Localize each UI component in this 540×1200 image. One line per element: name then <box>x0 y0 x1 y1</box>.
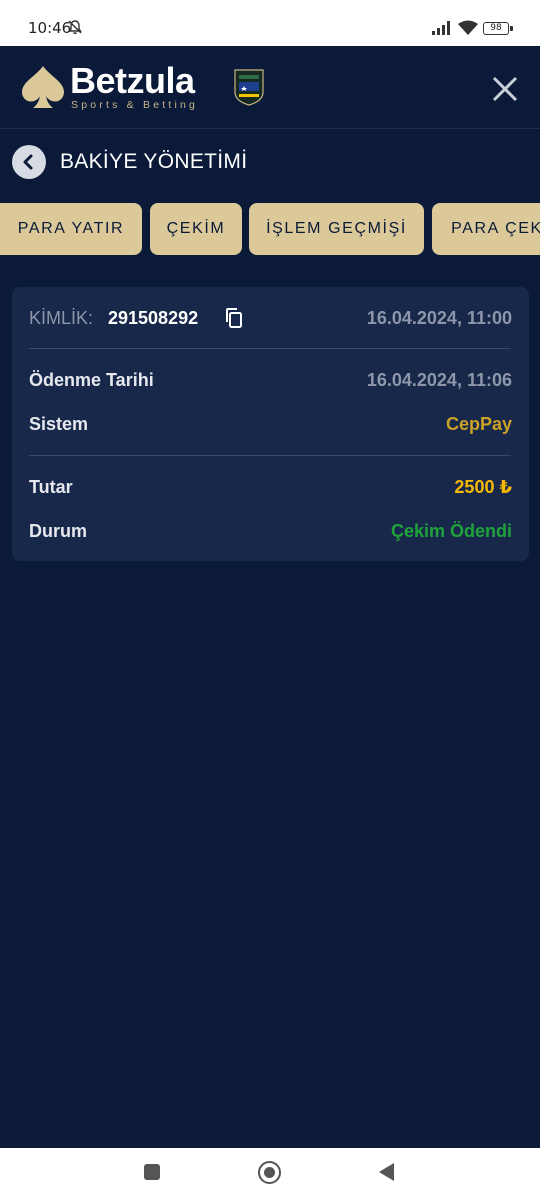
balance-tabs: PARA YATIR ÇEKİM İŞLEM GEÇMİŞİ PARA ÇEK <box>0 203 540 255</box>
transaction-created-date: 16.04.2024, 11:00 <box>366 308 512 328</box>
signal-icon <box>432 21 450 35</box>
tab-islem-gecmisi[interactable]: İŞLEM GEÇMİŞİ <box>249 203 424 255</box>
recent-apps-icon[interactable] <box>144 1164 160 1180</box>
chevron-left-icon <box>23 154 33 170</box>
status-label: Durum <box>29 521 87 541</box>
battery-level: 98 <box>490 23 502 33</box>
payment-date-label: Ödenme Tarihi <box>29 370 154 390</box>
status-value: Çekim Ödendi <box>390 521 512 541</box>
transaction-id-label: KİMLİK: <box>29 308 94 328</box>
system-nav-bar <box>0 1148 540 1200</box>
tab-para-cek[interactable]: PARA ÇEK <box>432 203 540 255</box>
home-icon[interactable] <box>258 1161 281 1184</box>
bell-off-icon <box>68 20 82 35</box>
wifi-icon <box>458 20 478 35</box>
amount-label: Tutar <box>29 477 73 497</box>
brand-tagline: Sports & Betting <box>71 99 199 111</box>
transaction-id-value: 291508292 <box>108 308 199 328</box>
tab-cekim[interactable]: ÇEKİM <box>150 203 242 255</box>
brand-logo-text[interactable]: Betzula <box>70 60 195 102</box>
transaction-card: KİMLİK: 291508292 16.04.2024, 11:00 Öden… <box>12 287 529 561</box>
battery-icon: 98 <box>483 22 513 35</box>
back-button[interactable] <box>12 145 46 179</box>
page-title: BAKİYE YÖNETİMİ <box>60 150 248 173</box>
amount-value: 2500 ₺ <box>454 477 512 497</box>
status-time: 10:46 <box>28 19 72 37</box>
back-icon[interactable] <box>379 1163 394 1181</box>
site-header: Betzula Sports & Betting <box>0 46 540 129</box>
status-bar: 10:46 98 <box>0 0 540 46</box>
spade-icon <box>22 66 64 108</box>
divider <box>29 348 511 349</box>
copy-icon[interactable] <box>224 307 244 329</box>
divider <box>29 455 511 456</box>
system-label: Sistem <box>29 414 89 434</box>
curacao-license-badge-icon[interactable] <box>232 68 266 106</box>
system-value: CepPay <box>445 414 512 434</box>
tab-para-yatir[interactable]: PARA YATIR <box>0 203 142 255</box>
payment-date-value: 16.04.2024, 11:06 <box>366 370 512 390</box>
close-icon[interactable] <box>488 72 522 106</box>
